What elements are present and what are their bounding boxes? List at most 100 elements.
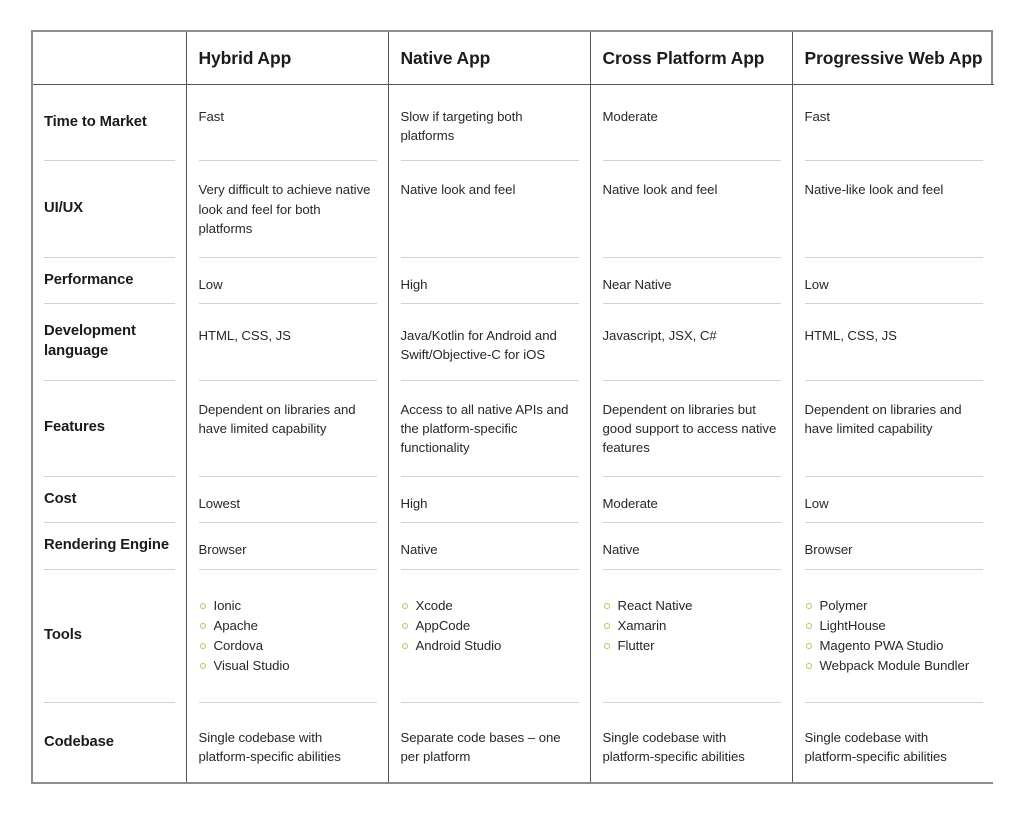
row-label-box: Development language	[44, 304, 175, 381]
cell-text: Separate code bases – one per platform	[400, 730, 561, 765]
tools-list-item: AppCode	[401, 616, 579, 636]
table-cell: Low	[791, 476, 994, 524]
row-header-cell: Time to Market	[33, 84, 186, 162]
tools-list-item: React Native	[603, 596, 781, 616]
tools-list: Ionic Apache Cordova Visual Studio	[199, 596, 377, 676]
table-cell: Polymer LightHouse Magento PWA Studio Webpa…	[791, 569, 994, 704]
tools-list-item: Apache	[199, 616, 377, 636]
cell-text: Slow if targeting both platforms	[400, 109, 523, 144]
table-cell: HTML, CSS, JS	[791, 304, 994, 381]
tools-list-item: Cordova	[199, 636, 377, 656]
table-cell: Native look and feel	[589, 161, 792, 258]
cell-text: Fast	[198, 109, 225, 124]
cell-content-box: Low	[804, 477, 983, 524]
table-row: Development language HTML, CSS, JS Java/Ko…	[33, 304, 994, 381]
cell-text: Single codebase with platform-specific a…	[804, 730, 947, 765]
row-label: Time to Market	[44, 113, 147, 130]
cell-text: Low	[804, 276, 829, 292]
table-cell: Native-like look and feel	[791, 161, 994, 258]
row-label: Codebase	[44, 733, 114, 750]
cell-content-box: Dependent on libraries and have limited …	[804, 381, 983, 477]
cell-text: Fast	[804, 109, 831, 124]
tools-list-item: Magento PWA Studio	[805, 636, 984, 656]
cell-content-box: Slow if targeting both platforms	[400, 85, 579, 162]
row-label-box: Cost	[44, 477, 175, 524]
table-cell: Dependent on libraries but good support …	[589, 380, 792, 477]
tools-list-item: Visual Studio	[199, 656, 377, 676]
table-cell: Ionic Apache Cordova Visual Studio	[185, 569, 388, 704]
table-cell: Native	[387, 523, 590, 570]
table-cell: Browser	[185, 523, 388, 570]
table-cell: Native look and feel	[387, 161, 590, 258]
tools-list-item: Android Studio	[401, 636, 579, 656]
table-row: Performance Low High Near Native Low	[33, 257, 994, 305]
tools-list: React Native Xamarin Flutter	[603, 596, 781, 656]
cell-content-box: HTML, CSS, JS	[198, 304, 377, 381]
tools-list: Xcode AppCode Android Studio	[401, 596, 579, 656]
row-label: Features	[44, 419, 105, 436]
table-cell: Slow if targeting both platforms	[387, 84, 590, 162]
cell-text: Single codebase with platform-specific a…	[198, 730, 341, 765]
table-row: Tools Ionic Apache Cordova Visual Studio Xcod…	[33, 569, 994, 704]
comparison-table-container: Hybrid App Native App Cross Platform App…	[31, 30, 994, 784]
cell-text: Javascript, JSX, C#	[602, 328, 717, 344]
row-label: Development language	[44, 323, 136, 359]
table-row: Features Dependent on libraries and have …	[33, 380, 994, 477]
column-header-cross-platform-app: Cross Platform App	[589, 32, 792, 85]
row-label-box: UI/UX	[44, 161, 175, 258]
table-cell: Dependent on libraries and have limited …	[791, 380, 994, 477]
table-cell: Browser	[791, 523, 994, 570]
table-row: Rendering Engine Browser Native Native Brows…	[33, 523, 994, 570]
cell-content-box: Single codebase with platform-specific a…	[805, 703, 984, 782]
cell-text: Near Native	[602, 276, 672, 292]
cell-content-box: Fast	[804, 85, 983, 162]
table-cell: Near Native	[589, 257, 792, 305]
app-comparison-table: Hybrid App Native App Cross Platform App…	[33, 32, 994, 782]
table-corner-cell	[33, 32, 186, 85]
row-label: UI/UX	[44, 200, 83, 217]
cell-text: Dependent on libraries but good support …	[602, 401, 777, 455]
cell-content-box: Separate code bases – one per platform	[401, 703, 579, 782]
cell-content-box: Single codebase with platform-specific a…	[603, 703, 781, 782]
cell-text: HTML, CSS, JS	[198, 328, 291, 344]
cell-text: Browser	[804, 542, 853, 558]
cell-text: Dependent on libraries and have limited …	[198, 401, 356, 436]
cell-content-box: Access to all native APIs and the platfo…	[400, 381, 579, 477]
row-header-cell: Codebase	[33, 703, 186, 782]
cell-content-box: HTML, CSS, JS	[804, 304, 983, 381]
cell-content-box: Java/Kotlin for Android and Swift/Object…	[400, 304, 579, 381]
row-label-box: Tools	[44, 570, 175, 704]
cell-text: Native	[602, 542, 640, 558]
table-cell: Separate code bases – one per platform	[387, 703, 590, 782]
cell-content-box: Low	[198, 258, 377, 305]
cell-text: HTML, CSS, JS	[804, 328, 897, 344]
cell-text: Lowest	[198, 495, 241, 511]
table-cell: Low	[185, 257, 388, 305]
cell-text: Native-like look and feel	[804, 182, 944, 198]
cell-content-box: Ionic Apache Cordova Visual Studio	[198, 570, 377, 704]
cell-content-box: Low	[804, 258, 983, 305]
table-cell: Fast	[185, 84, 388, 162]
cell-text: Moderate	[602, 109, 658, 124]
table-cell: Dependent on libraries and have limited …	[185, 380, 388, 477]
tools-list-item: Xamarin	[603, 616, 781, 636]
cell-content-box: Single codebase with platform-specific a…	[199, 703, 377, 782]
cell-content-box: Native-like look and feel	[804, 161, 983, 258]
table-cell: Java/Kotlin for Android and Swift/Object…	[387, 304, 590, 381]
cell-content-box: React Native Xamarin Flutter	[602, 570, 781, 704]
tools-list-item: Xcode	[401, 596, 579, 616]
cell-text: Very difficult to achieve native look an…	[198, 182, 371, 236]
cell-text: Dependent on libraries and have limited …	[804, 401, 962, 436]
cell-content-box: Very difficult to achieve native look an…	[198, 161, 377, 258]
row-label-box: Performance	[44, 258, 175, 305]
table-cell: Moderate	[589, 84, 792, 162]
table-cell: High	[387, 476, 590, 524]
tools-list-item: Flutter	[603, 636, 781, 656]
cell-content-box: Near Native	[602, 258, 781, 305]
cell-content-box: Browser	[804, 523, 983, 570]
cell-content-box: Xcode AppCode Android Studio	[400, 570, 579, 704]
cell-content-box: Dependent on libraries but good support …	[602, 381, 781, 477]
table-cell: Very difficult to achieve native look an…	[185, 161, 388, 258]
column-header-hybrid-app: Hybrid App	[185, 32, 388, 85]
row-header-cell: Cost	[33, 476, 186, 524]
